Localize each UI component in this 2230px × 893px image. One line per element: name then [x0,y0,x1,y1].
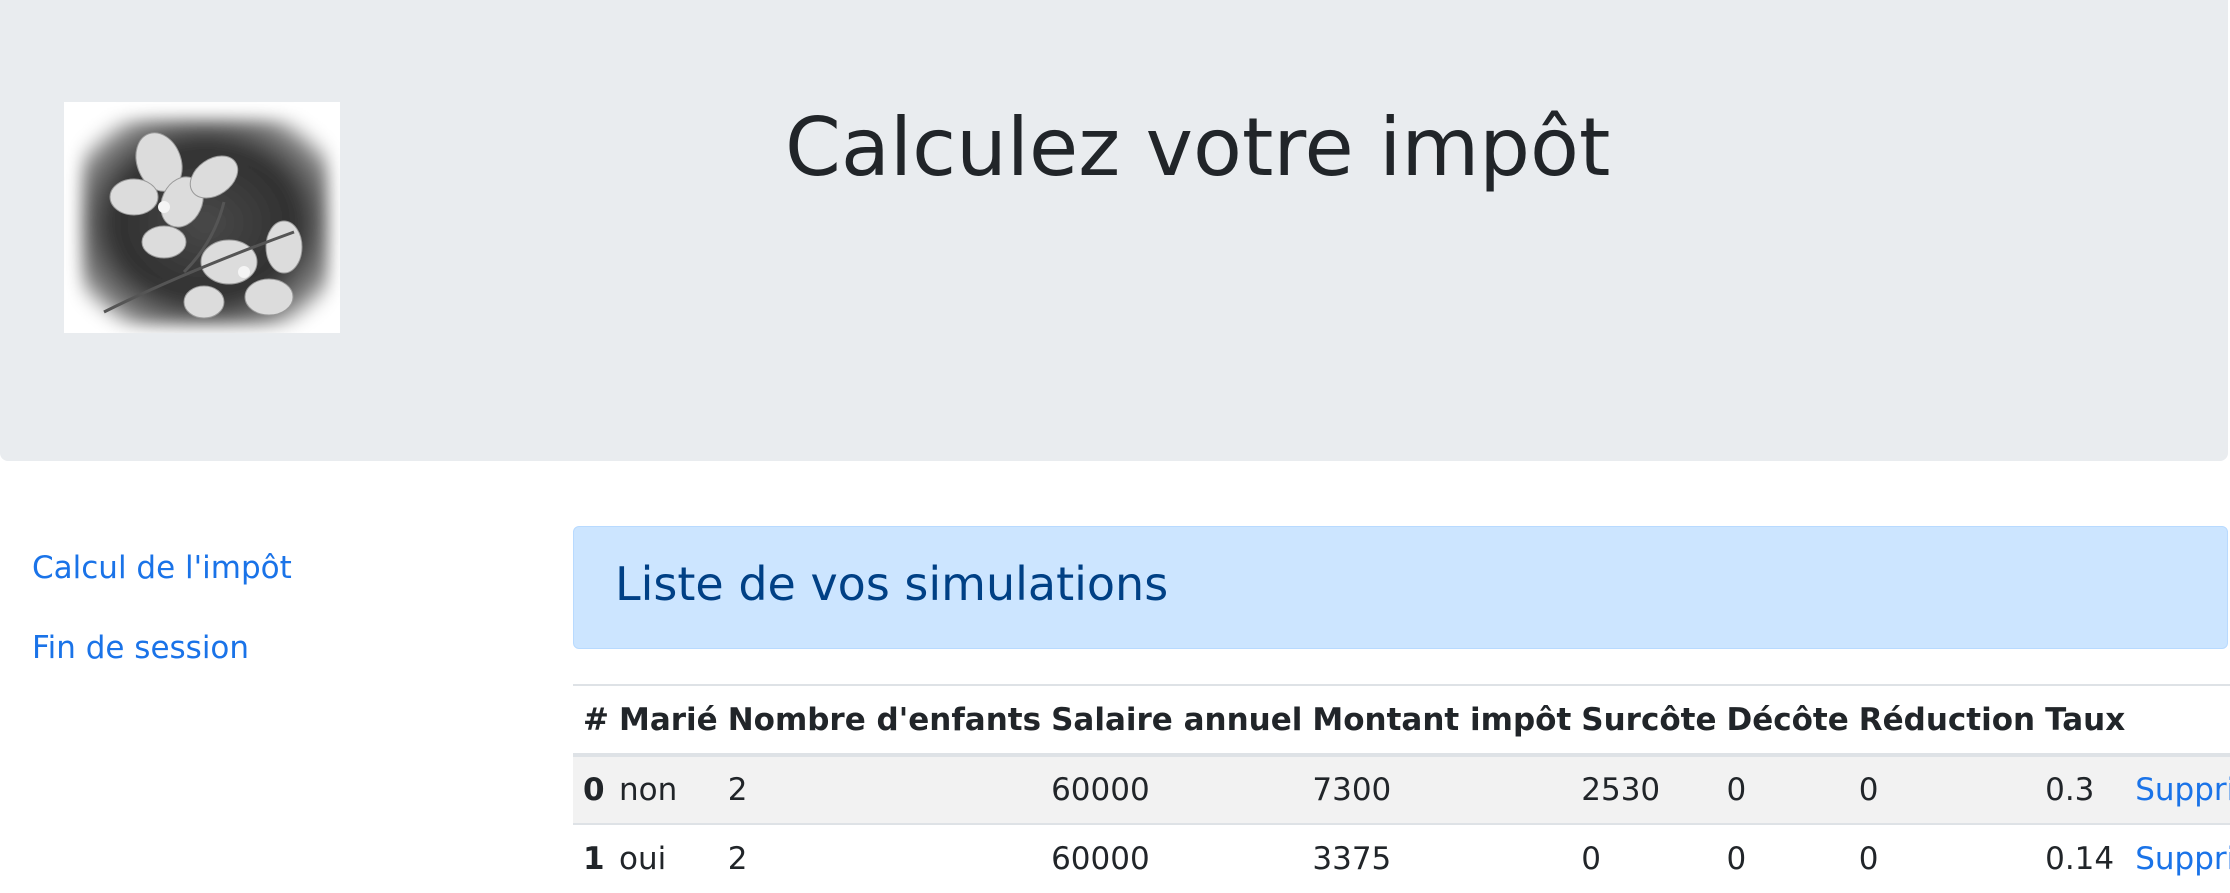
column-header-impot: Montant impôt [1302,685,1572,757]
column-header-surcote: Surcôte [1571,685,1717,757]
simulations-heading-alert: Liste de vos simulations [573,526,2228,649]
table-header-row: # Marié Nombre d'enfants Salaire annuel … [573,685,2230,757]
page-title: Calculez votre impôt [785,101,1611,194]
header-jumbotron: Calculez votre impôt [0,0,2228,461]
cell-action: Supprimer [2125,824,2230,893]
cell-impot: 3375 [1312,841,1392,877]
column-header-index: # [573,685,609,757]
column-header-enfants: Nombre d'enfants [717,685,1042,757]
cell-reduction: 0 [1858,841,1879,877]
cell-reduction: 0 [1858,772,1879,808]
supprimer-link[interactable]: Supprimer [2135,841,2230,877]
cell-marie: non [618,772,678,808]
nav-link-fin-session[interactable]: Fin de session [32,622,292,702]
column-header-marie: Marié [608,685,718,757]
sidebar-nav: Calcul de l'impôt Fin de session [32,542,292,702]
simulations-heading: Liste de vos simulations [615,557,1169,611]
logo-image [64,102,340,333]
cell-enfants: 2 [727,841,748,877]
cell-taux: 0.14 [2045,841,2115,877]
supprimer-link[interactable]: Supprimer [2135,772,2230,808]
nav-link-calcul-impot[interactable]: Calcul de l'impôt [32,542,292,622]
cell-salaire: 60000 [1051,841,1150,877]
table-row: 1 oui 2 60000 3375 0 0 0 0.14 Supprimer [573,824,2230,893]
cell-marie: oui [618,841,667,877]
cell-impot: 7300 [1312,772,1392,808]
cell-decote: 0 [1726,772,1747,808]
column-header-action [2125,685,2230,757]
cell-index: 1 [583,841,605,877]
cell-taux: 0.3 [2045,772,2095,808]
cell-salaire: 60000 [1051,772,1150,808]
column-header-salaire: Salaire annuel [1041,685,1303,757]
cell-action: Supprimer [2125,755,2230,824]
cell-enfants: 2 [727,772,748,808]
column-header-decote: Décôte [1716,685,1849,757]
cell-index: 0 [583,772,605,808]
table-row: 0 non 2 60000 7300 2530 0 0 0.3 Supprime… [573,755,2230,824]
cell-decote: 0 [1726,841,1747,877]
cell-surcote: 0 [1581,841,1601,877]
column-header-reduction: Réduction [1848,685,2036,757]
column-header-taux: Taux [2035,685,2126,757]
cell-surcote: 2530 [1581,772,1661,808]
simulations-table: # Marié Nombre d'enfants Salaire annuel … [573,684,2230,893]
